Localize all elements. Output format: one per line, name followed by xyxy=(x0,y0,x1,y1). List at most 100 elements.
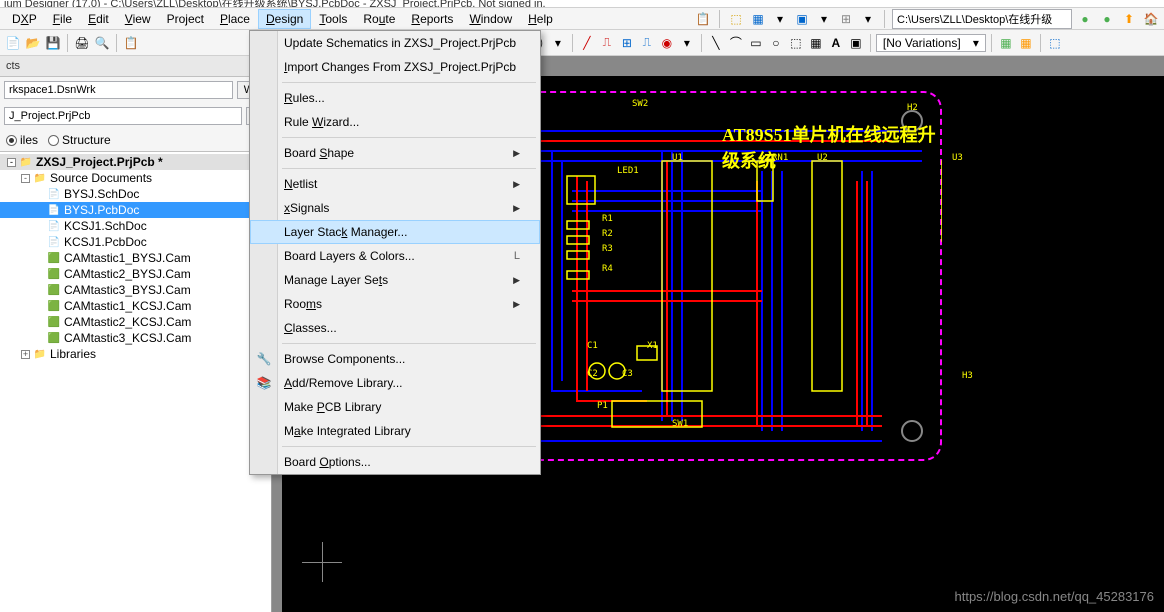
pcb-label: U1 xyxy=(672,153,683,163)
toolbar-icon[interactable]: ⊞ xyxy=(618,34,636,52)
menu-item[interactable]: Update Schematics in ZXSJ_Project.PrjPcb xyxy=(250,31,540,55)
pcb-label: RN1 xyxy=(772,153,788,163)
pcb-label: C2 xyxy=(587,369,598,379)
save-icon[interactable]: 💾 xyxy=(44,34,62,52)
tree-item[interactable]: 🟩CAMtastic1_BYSJ.Cam xyxy=(0,250,271,266)
tree-item[interactable]: 🟩CAMtastic2_KCSJ.Cam xyxy=(0,314,271,330)
nav-up-icon[interactable]: ⬆ xyxy=(1120,10,1138,28)
tree-item[interactable]: -📁Source Documents xyxy=(0,170,271,186)
menu-view[interactable]: View xyxy=(117,9,159,29)
menu-route[interactable]: Route xyxy=(355,9,403,29)
toolbar-icon[interactable]: ○ xyxy=(767,34,785,52)
main-menubar: DXP File Edit View Project Place Design … xyxy=(0,8,1164,30)
toolbar-icon[interactable]: ╱ xyxy=(578,34,596,52)
menu-item[interactable]: Classes... xyxy=(250,316,540,340)
toolbar-icon[interactable]: ▦ xyxy=(1017,34,1035,52)
watermark-text: https://blog.csdn.net/qq_45283176 xyxy=(955,589,1155,604)
menu-item[interactable]: Rooms▶ xyxy=(250,292,540,316)
new-icon[interactable]: 📄 xyxy=(4,34,22,52)
menu-item[interactable]: Add/Remove Library...📚 xyxy=(250,371,540,395)
menu-window[interactable]: Window xyxy=(461,9,520,29)
tree-item[interactable]: 🟩CAMtastic3_BYSJ.Cam xyxy=(0,282,271,298)
menu-item[interactable]: xSignals▶ xyxy=(250,196,540,220)
preview-icon[interactable]: 🔍 xyxy=(93,34,111,52)
path-input[interactable]: C:\Users\ZLL\Desktop\在线升级 xyxy=(892,9,1072,29)
toolbar-icon[interactable]: ▾ xyxy=(771,10,789,28)
dropdown-icon[interactable]: ▾ xyxy=(549,34,567,52)
toolbar-icon[interactable]: ⬚ xyxy=(727,10,745,28)
toolbar-icon[interactable]: ▣ xyxy=(847,34,865,52)
pcb-label: H3 xyxy=(962,371,973,381)
menu-project[interactable]: Project xyxy=(159,9,212,29)
tree-item[interactable]: 🟩CAMtastic1_KCSJ.Cam xyxy=(0,298,271,314)
menu-reports[interactable]: Reports xyxy=(403,9,461,29)
toolbar-icon[interactable]: ◉ xyxy=(658,34,676,52)
menu-dxp[interactable]: DXP xyxy=(4,9,45,29)
grid-icon[interactable]: ⊞ xyxy=(837,10,855,28)
nav-fwd-icon[interactable]: ● xyxy=(1098,10,1116,28)
menu-item[interactable]: Layer Stack Manager... xyxy=(250,220,540,244)
projects-panel: cts rkspace1.DsnWrk Wo J_Project.PrjPcb … xyxy=(0,56,272,612)
toolbar-icon[interactable]: ▦ xyxy=(997,34,1015,52)
menu-item[interactable]: Make Integrated Library xyxy=(250,419,540,443)
menu-item[interactable]: Browse Components...🔧 xyxy=(250,347,540,371)
menu-item[interactable]: Netlist▶ xyxy=(250,172,540,196)
structure-radio[interactable]: Structure xyxy=(48,133,111,147)
toolbar-icon[interactable]: ⬚ xyxy=(1046,34,1064,52)
toolbar-icon[interactable]: ▭ xyxy=(747,34,765,52)
menu-tools[interactable]: Tools xyxy=(311,9,355,29)
menu-edit[interactable]: Edit xyxy=(80,9,117,29)
menu-design[interactable]: Design xyxy=(258,9,311,29)
toolbar-icon[interactable]: ⎍ xyxy=(598,34,616,52)
project-input[interactable]: J_Project.PrjPcb xyxy=(4,107,242,125)
menu-item[interactable]: Rule Wizard... xyxy=(250,110,540,134)
pcb-label: C3 xyxy=(622,369,633,379)
tree-item[interactable]: -📁ZXSJ_Project.PrjPcb * xyxy=(0,154,271,170)
toolbar-icon[interactable]: ▾ xyxy=(815,10,833,28)
pcb-label: U2 xyxy=(817,153,828,163)
tree-item[interactable]: 🟩CAMtastic3_KCSJ.Cam xyxy=(0,330,271,346)
home-icon[interactable]: 🏠 xyxy=(1142,10,1160,28)
toolbar-icon[interactable]: 📋 xyxy=(694,10,712,28)
menu-help[interactable]: Help xyxy=(520,9,561,29)
toolbar-icon[interactable]: ▦ xyxy=(749,10,767,28)
project-tree: -📁ZXSJ_Project.PrjPcb *-📁Source Document… xyxy=(0,151,271,612)
menu-item[interactable]: Manage Layer Sets▶ xyxy=(250,268,540,292)
toolbar-icon[interactable]: ▦ xyxy=(807,34,825,52)
menu-place[interactable]: Place xyxy=(212,9,258,29)
toolbar-icon[interactable]: ⬚ xyxy=(787,34,805,52)
toolbar-icon[interactable]: ╲ xyxy=(707,34,725,52)
nav-back-icon[interactable]: ● xyxy=(1076,10,1094,28)
tree-item[interactable]: +📁Libraries xyxy=(0,346,271,362)
tree-item[interactable]: 📄KCSJ1.SchDoc xyxy=(0,218,271,234)
menu-item[interactable]: Board Options... xyxy=(250,450,540,474)
text-icon[interactable]: A xyxy=(827,34,845,52)
variations-dropdown[interactable]: [No Variations]▾ xyxy=(876,34,986,52)
menu-item[interactable]: Board Shape▶ xyxy=(250,141,540,165)
tree-item[interactable]: 📄KCSJ1.PcbDoc xyxy=(0,234,271,250)
toolbar-icon[interactable]: 📋 xyxy=(122,34,140,52)
menu-item[interactable]: Board Layers & Colors...L xyxy=(250,244,540,268)
pcb-label: C1 xyxy=(587,341,598,351)
menu-item[interactable]: Rules... xyxy=(250,86,540,110)
tree-item[interactable]: 📄BYSJ.SchDoc xyxy=(0,186,271,202)
toolbar-icon[interactable]: ▣ xyxy=(793,10,811,28)
print-icon[interactable]: 🖨 xyxy=(73,34,91,52)
design-menu-dropdown: Update Schematics in ZXSJ_Project.PrjPcb… xyxy=(249,30,541,475)
window-titlebar: ium Designer (17.0) - C:\Users\ZLL\Deskt… xyxy=(0,0,1164,8)
menu-item[interactable]: Import Changes From ZXSJ_Project.PrjPcb xyxy=(250,55,540,79)
toolbar-icon[interactable]: ▾ xyxy=(859,10,877,28)
tree-item[interactable]: 🟩CAMtastic2_BYSJ.Cam xyxy=(0,266,271,282)
toolbar-icon[interactable]: ⌒ xyxy=(727,34,745,52)
open-icon[interactable]: 📂 xyxy=(24,34,42,52)
pcb-label: P1 xyxy=(597,401,608,411)
files-radio[interactable]: iles xyxy=(6,133,38,147)
workspace-input[interactable]: rkspace1.DsnWrk xyxy=(4,81,233,99)
pcb-label: H2 xyxy=(907,103,918,113)
toolbar-icon[interactable]: ▾ xyxy=(678,34,696,52)
toolbar-icon[interactable]: ⎍ xyxy=(638,34,656,52)
menu-file[interactable]: File xyxy=(45,9,80,29)
pcb-label: SW2 xyxy=(632,99,648,109)
tree-item[interactable]: 📄BYSJ.PcbDoc xyxy=(0,202,271,218)
menu-item[interactable]: Make PCB Library xyxy=(250,395,540,419)
